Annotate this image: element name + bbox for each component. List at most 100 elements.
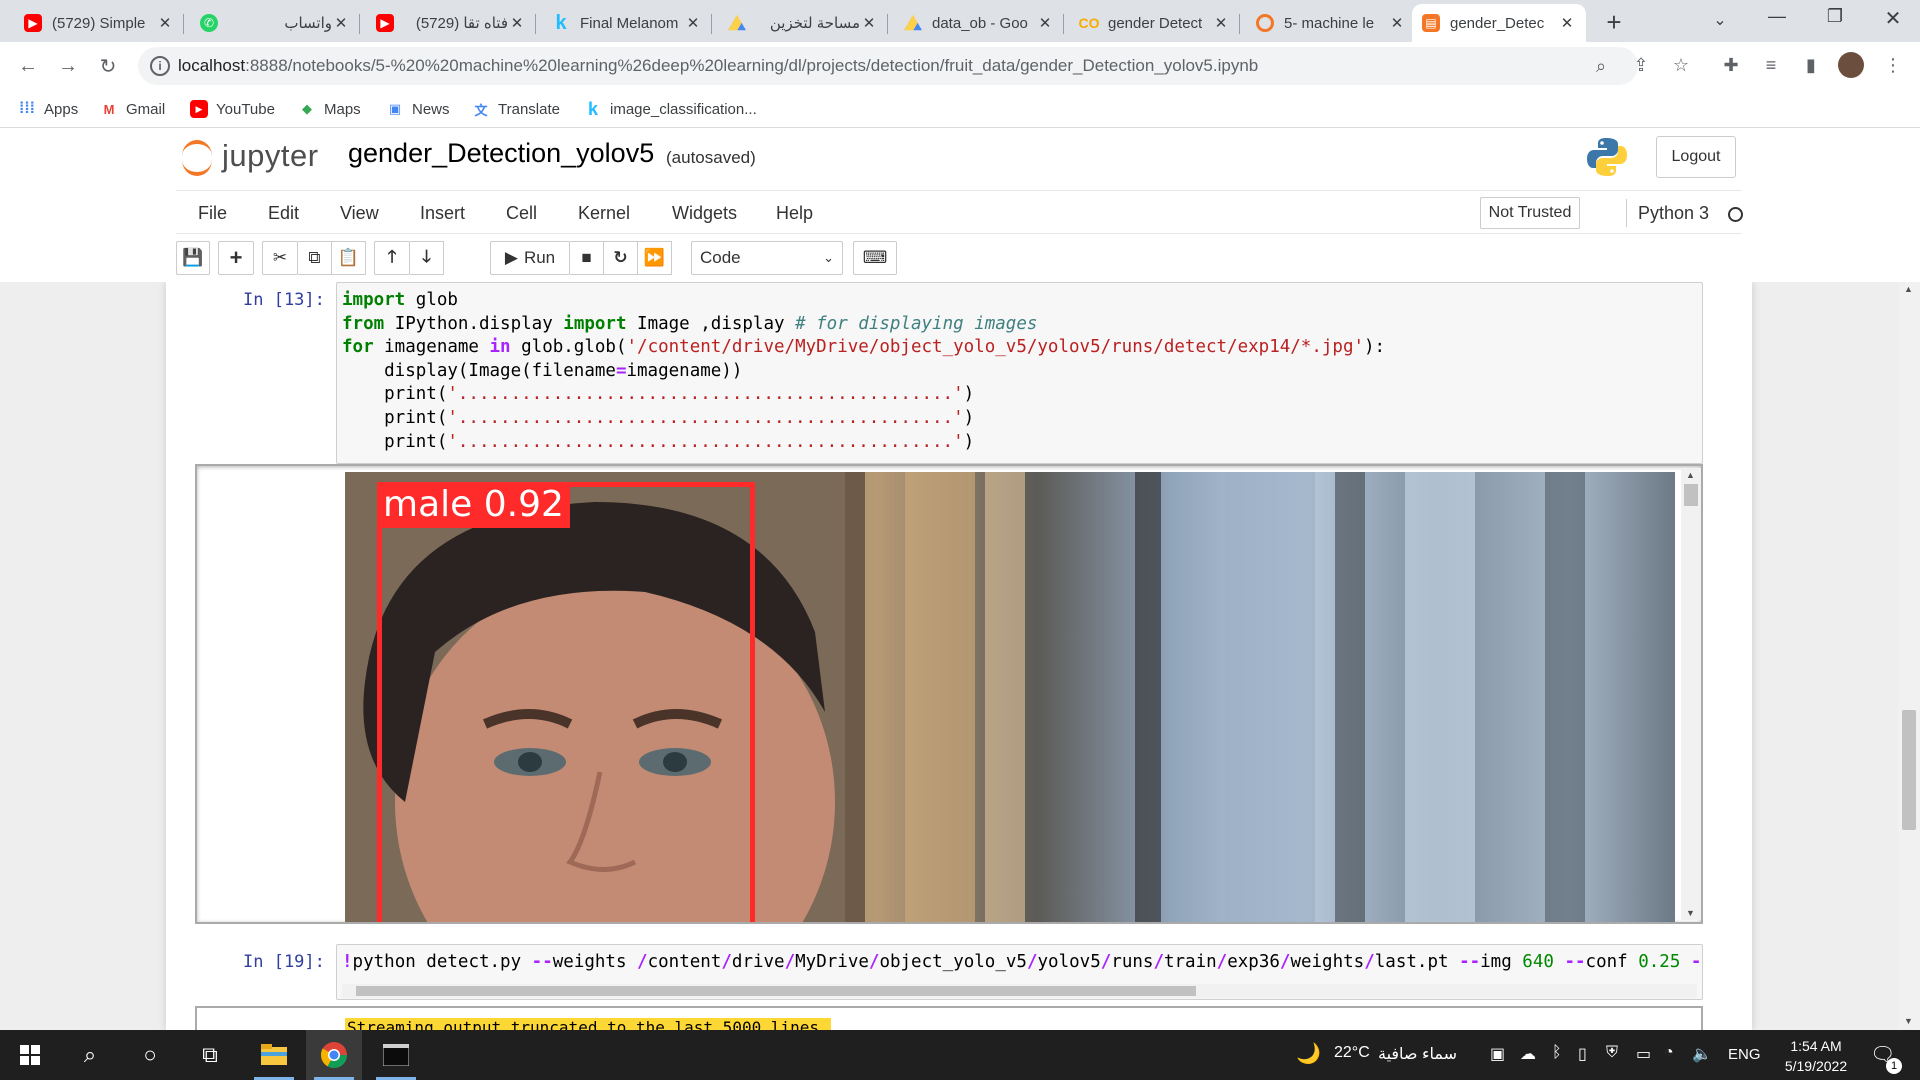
browser-tab[interactable]: ✆ واتساب ✕ xyxy=(190,4,360,42)
close-icon[interactable]: ✕ xyxy=(860,14,878,32)
bookmark-star-icon[interactable]: ☆ xyxy=(1668,52,1694,78)
menu-edit[interactable]: Edit xyxy=(268,191,299,235)
extensions-icon[interactable]: ✚ xyxy=(1718,52,1744,78)
input-language[interactable]: ENG xyxy=(1728,1046,1761,1063)
cell-output-scroll-area[interactable]: male 0.92 ▲ ▼ xyxy=(195,464,1703,924)
bookmark-gmail[interactable]: M Gmail xyxy=(100,98,166,120)
bookmark-maps[interactable]: ◆ Maps xyxy=(298,98,361,120)
browser-tab[interactable]: 5- machine le ✕ xyxy=(1246,4,1416,42)
clock[interactable]: 1:54 AM 5/19/2022 xyxy=(1778,1036,1854,1076)
insert-cell-button[interactable]: + xyxy=(218,241,254,275)
trust-indicator[interactable]: Not Trusted xyxy=(1480,197,1580,229)
cell-type-select[interactable]: Code ⌄ xyxy=(691,241,843,275)
notebook-title[interactable]: gender_Detection_yolov5 xyxy=(348,138,654,169)
command-palette-button[interactable]: ⌨ xyxy=(853,241,897,275)
copy-button[interactable]: ⧉ xyxy=(298,241,332,275)
browser-tab[interactable]: ▶ (5729) فتاه تقا ✕ xyxy=(366,4,536,42)
browser-tab-active[interactable]: ▤ gender_Detec ✕ xyxy=(1412,4,1586,42)
windows-start-icon[interactable] xyxy=(2,1030,58,1080)
weather-condition[interactable]: سماء صافية xyxy=(1378,1044,1457,1064)
page-scrollbar-thumb[interactable] xyxy=(1902,710,1916,830)
menu-cell[interactable]: Cell xyxy=(506,191,537,235)
volume-icon[interactable]: 🔈 xyxy=(1692,1044,1712,1064)
media-control-icon[interactable]: ≡ xyxy=(1758,52,1784,78)
scroll-down-arrow-icon[interactable]: ▼ xyxy=(1686,908,1695,918)
code-hscrollbar[interactable] xyxy=(342,984,1697,998)
paste-button[interactable]: 📋 xyxy=(332,241,366,275)
bookmark-apps[interactable]: ⁞⁞⁞ Apps xyxy=(18,98,78,120)
file-explorer-icon[interactable] xyxy=(246,1030,302,1080)
restart-run-all-button[interactable]: ⏩ xyxy=(638,241,672,275)
reload-icon[interactable]: ↻ xyxy=(94,52,122,80)
bookmark-image-classification[interactable]: k image_classification... xyxy=(584,98,757,120)
cortana-icon[interactable]: ○ xyxy=(122,1030,178,1080)
jupyter-logo[interactable]: jupyter xyxy=(180,136,319,176)
bookmark-news[interactable]: ▣ News xyxy=(386,98,450,120)
cut-button[interactable]: ✂ xyxy=(262,241,298,275)
close-icon[interactable]: ✕ xyxy=(684,14,702,32)
output-scrollbar[interactable]: ▲ ▼ xyxy=(1681,468,1701,920)
code-cell-input[interactable]: import glob from IPython.display import … xyxy=(336,282,1703,464)
browser-tab[interactable]: k Final Melanom ✕ xyxy=(542,4,712,42)
browser-tab[interactable]: مساحة لتخزين ✕ xyxy=(718,4,888,42)
new-tab-icon[interactable]: + xyxy=(1600,8,1628,36)
run-button[interactable]: ▶ Run xyxy=(490,241,570,275)
close-icon[interactable]: ✕ xyxy=(1388,14,1406,32)
interrupt-button[interactable]: ■ xyxy=(570,241,604,275)
move-up-button[interactable]: 🡑 xyxy=(374,241,410,275)
cell-output-scroll-area[interactable]: Streaming output truncated to the last 5… xyxy=(195,1006,1703,1030)
menu-file[interactable]: File xyxy=(198,191,227,235)
chrome-taskbar-icon[interactable] xyxy=(306,1030,362,1080)
onedrive-icon[interactable]: ☁ xyxy=(1520,1044,1536,1064)
output-scrollbar-thumb[interactable] xyxy=(1684,484,1698,506)
share-icon[interactable]: ⇪ xyxy=(1628,52,1654,78)
site-info-icon[interactable]: i xyxy=(150,56,170,76)
weather-temp[interactable]: 22°C xyxy=(1334,1044,1370,1062)
terminal-taskbar-icon[interactable] xyxy=(368,1030,424,1080)
move-down-button[interactable]: 🡓 xyxy=(410,241,444,275)
task-view-icon[interactable]: ⧉ xyxy=(182,1030,238,1080)
scroll-up-arrow-icon[interactable]: ▲ xyxy=(1904,284,1913,294)
window-close-icon[interactable]: ✕ xyxy=(1878,6,1908,36)
page-scrollbar[interactable]: ▲ ▼ xyxy=(1898,282,1920,1030)
close-icon[interactable]: ✕ xyxy=(508,14,526,32)
menu-help[interactable]: Help xyxy=(776,191,813,235)
close-icon[interactable]: ✕ xyxy=(1558,14,1576,32)
menu-insert[interactable]: Insert xyxy=(420,191,465,235)
zoom-app-icon[interactable]: ▣ xyxy=(1490,1044,1505,1064)
bookmark-youtube[interactable]: ▶ YouTube xyxy=(190,98,275,120)
wifi-icon[interactable]: ◔ xyxy=(1664,1044,1674,1062)
security-icon[interactable]: ⛨ xyxy=(1606,1044,1618,1062)
minimize-icon[interactable]: — xyxy=(1762,6,1792,36)
scroll-down-arrow-icon[interactable]: ▼ xyxy=(1904,1016,1913,1026)
close-icon[interactable]: ✕ xyxy=(156,14,174,32)
address-bar[interactable]: i localhost:8888/notebooks/5-%20%20machi… xyxy=(138,47,1638,85)
back-icon[interactable]: ← xyxy=(14,52,42,80)
bluetooth-icon[interactable]: ᛒ xyxy=(1552,1044,1562,1062)
close-icon[interactable]: ✕ xyxy=(1212,14,1230,32)
profile-avatar[interactable] xyxy=(1838,52,1864,78)
bookmark-translate[interactable]: 文 Translate xyxy=(472,98,560,120)
browser-tab[interactable]: ▶ (5729) Simple ✕ xyxy=(14,4,184,42)
usb-icon[interactable]: ▯ xyxy=(1578,1044,1587,1064)
code-hscrollbar-thumb[interactable] xyxy=(356,986,1196,996)
restart-kernel-button[interactable]: ↻ xyxy=(604,241,638,275)
menu-kernel[interactable]: Kernel xyxy=(578,191,630,235)
save-button[interactable]: 💾 xyxy=(176,241,210,275)
close-icon[interactable]: ✕ xyxy=(332,14,350,32)
search-icon[interactable]: ⌕ xyxy=(62,1030,118,1080)
browser-tab[interactable]: data_ob - Goo ✕ xyxy=(894,4,1064,42)
menu-view[interactable]: View xyxy=(340,191,379,235)
menu-kebab-icon[interactable]: ⋮ xyxy=(1880,52,1906,78)
forward-icon[interactable]: → xyxy=(54,52,82,80)
restore-icon[interactable]: ❐ xyxy=(1820,6,1850,36)
scroll-up-arrow-icon[interactable]: ▲ xyxy=(1686,470,1695,480)
battery-icon[interactable]: ▭ xyxy=(1636,1044,1651,1064)
browser-tab[interactable]: CO gender Detect ✕ xyxy=(1070,4,1240,42)
side-panel-icon[interactable]: ▮ xyxy=(1798,52,1824,78)
tab-search-icon[interactable]: ⌄ xyxy=(1708,10,1732,34)
zoom-icon[interactable]: ⌕ xyxy=(1590,56,1612,78)
close-icon[interactable]: ✕ xyxy=(1036,14,1054,32)
logout-button[interactable]: Logout xyxy=(1656,136,1736,178)
menu-widgets[interactable]: Widgets xyxy=(672,191,737,235)
